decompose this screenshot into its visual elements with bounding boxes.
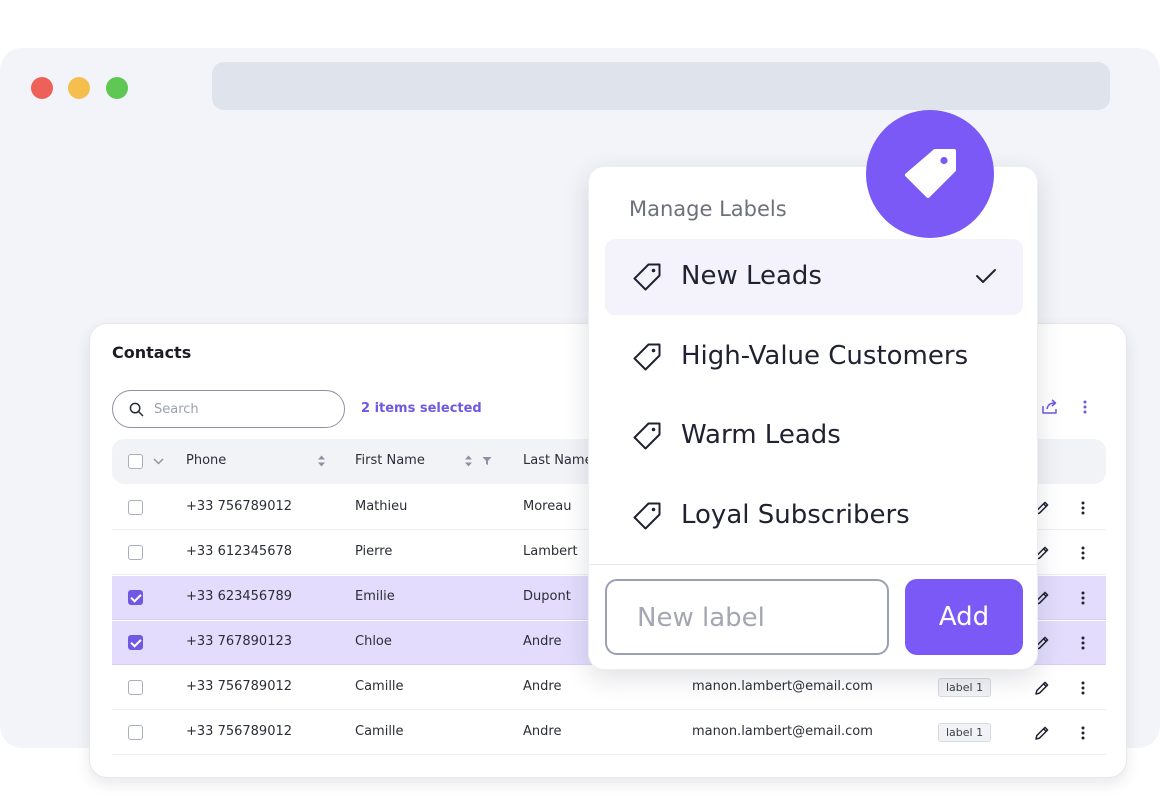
first-name-cell: Camille — [355, 679, 404, 694]
first-name-cell: Mathieu — [355, 499, 408, 514]
manage-labels-popover: Manage Labels New Leads High-Value Custo… — [588, 166, 1039, 670]
screenshot-stage: Contacts Search 2 items selected Phone F… — [0, 0, 1160, 796]
row-more-icon[interactable] — [1080, 590, 1086, 606]
last-name-cell: Dupont — [523, 589, 571, 604]
tag-icon — [905, 149, 956, 198]
label-name: New Leads — [681, 261, 822, 291]
chevron-down-icon[interactable] — [153, 458, 164, 465]
popover-title: Manage Labels — [629, 197, 787, 221]
row-checkbox[interactable] — [128, 590, 143, 605]
tag-icon — [633, 502, 661, 530]
selection-count: 2 items selected — [361, 401, 482, 416]
phone-cell: +33 767890123 — [186, 634, 293, 649]
export-icon[interactable] — [1040, 397, 1060, 417]
row-more-icon[interactable] — [1080, 545, 1086, 561]
tag-badge — [866, 110, 994, 238]
row-checkbox[interactable] — [128, 500, 143, 515]
label-tag: label 1 — [938, 723, 992, 742]
row-more-icon[interactable] — [1080, 635, 1086, 651]
last-name-cell: Moreau — [523, 499, 572, 514]
add-label-button[interactable]: Add — [905, 579, 1023, 655]
address-bar[interactable] — [212, 62, 1110, 110]
column-last-name[interactable]: Last Name — [523, 453, 593, 468]
pencil-icon[interactable] — [1033, 724, 1051, 742]
row-checkbox[interactable] — [128, 635, 143, 650]
phone-cell: +33 612345678 — [186, 544, 293, 559]
email-cell: manon.lambert@email.com — [692, 679, 873, 694]
popover-divider — [589, 564, 1039, 565]
last-name-cell: Andre — [523, 634, 562, 649]
first-name-cell: Pierre — [355, 544, 393, 559]
label-option-loyal-subscribers[interactable]: Loyal Subscribers — [605, 478, 1023, 554]
first-name-cell: Chloe — [355, 634, 392, 649]
column-phone[interactable]: Phone — [186, 453, 226, 468]
window-minimize-button[interactable] — [68, 77, 90, 99]
new-label-input[interactable]: New label — [605, 579, 889, 655]
phone-cell: +33 756789012 — [186, 724, 293, 739]
phone-cell: +33 623456789 — [186, 589, 293, 604]
tag-icon — [633, 343, 661, 371]
label-option-warm-leads[interactable]: Warm Leads — [605, 398, 1023, 474]
first-name-cell: Emilie — [355, 589, 395, 604]
last-name-cell: Andre — [523, 679, 562, 694]
sort-icon[interactable] — [464, 454, 473, 468]
more-options-icon[interactable] — [1082, 399, 1088, 415]
sort-icon[interactable] — [317, 454, 326, 468]
window-maximize-button[interactable] — [106, 77, 128, 99]
email-cell: manon.lambert@email.com — [692, 724, 873, 739]
label-name: Warm Leads — [681, 420, 841, 450]
checkmark-icon — [976, 269, 996, 283]
select-all-checkbox[interactable] — [128, 454, 143, 469]
row-checkbox[interactable] — [128, 725, 143, 740]
column-first-name[interactable]: First Name — [355, 453, 425, 468]
contacts-title: Contacts — [112, 343, 192, 362]
filter-icon[interactable] — [482, 456, 492, 466]
tag-icon — [633, 263, 661, 291]
row-more-icon[interactable] — [1080, 725, 1086, 741]
row-more-icon[interactable] — [1080, 680, 1086, 696]
row-checkbox[interactable] — [128, 680, 143, 695]
last-name-cell: Lambert — [523, 544, 578, 559]
search-placeholder: Search — [154, 402, 199, 417]
label-name: Loyal Subscribers — [681, 500, 910, 530]
label-tag: label 1 — [938, 678, 992, 697]
table-row[interactable]: +33 756789012 Camille Andre manon.lamber… — [112, 666, 1106, 710]
last-name-cell: Andre — [523, 724, 562, 739]
first-name-cell: Camille — [355, 724, 404, 739]
row-more-icon[interactable] — [1080, 500, 1086, 516]
pencil-icon[interactable] — [1033, 679, 1051, 697]
search-input[interactable]: Search — [112, 390, 345, 428]
phone-cell: +33 756789012 — [186, 499, 293, 514]
row-checkbox[interactable] — [128, 545, 143, 560]
phone-cell: +33 756789012 — [186, 679, 293, 694]
tag-icon — [633, 422, 661, 450]
label-option-new-leads[interactable]: New Leads — [605, 239, 1023, 315]
label-name: High-Value Customers — [681, 341, 969, 371]
label-option-high-value-customers[interactable]: High-Value Customers — [605, 319, 1023, 395]
window-close-button[interactable] — [31, 77, 53, 99]
table-row[interactable]: +33 756789012 Camille Andre manon.lamber… — [112, 711, 1106, 755]
search-icon — [129, 402, 144, 417]
